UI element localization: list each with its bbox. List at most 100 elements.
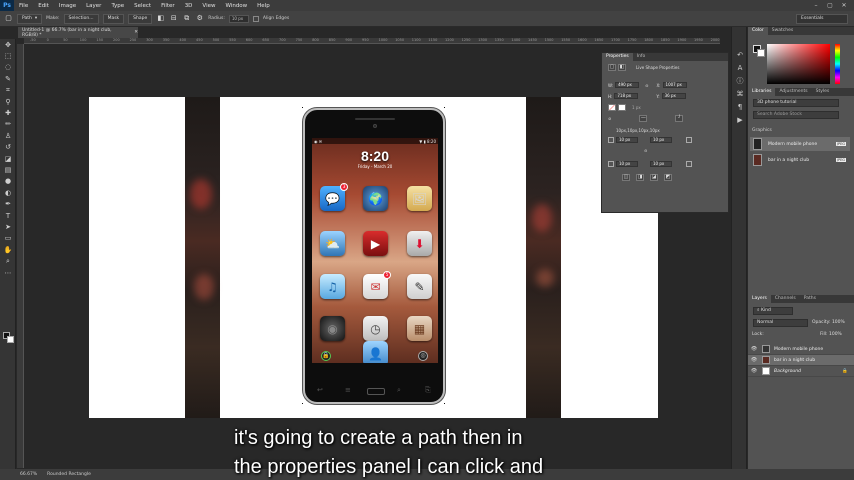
mobile-phone-layer[interactable]: ◉ ✉ ▼ ▮ 8:20 8:20 Friday - March 20 💬 3 🌍… (303, 108, 445, 404)
info-icon[interactable]: ⓘ (732, 75, 748, 88)
move-tool-icon[interactable]: ✥ (0, 39, 16, 50)
color-field[interactable] (767, 44, 830, 84)
dodge-tool-icon[interactable]: ◐ (0, 187, 16, 198)
close-tab-icon[interactable]: ✕ (134, 30, 138, 35)
x-input[interactable]: 1007 px (662, 82, 687, 88)
gradient-tool-icon[interactable]: ▤ (0, 164, 16, 175)
radius-input[interactable]: 10 px (228, 14, 249, 23)
menu-help[interactable]: Help (252, 3, 275, 9)
history-icon[interactable]: ↶ (732, 49, 748, 62)
menu-view[interactable]: View (197, 3, 220, 9)
link-corners-icon[interactable]: ⊝ (644, 148, 647, 153)
marquee-tool-icon[interactable]: ⬚ (0, 50, 16, 61)
blend-mode-select[interactable]: Normal (753, 319, 808, 327)
make-shape-button[interactable]: Shape (128, 13, 153, 24)
paragraph-icon[interactable]: ¶ (732, 101, 748, 114)
layer-row[interactable]: 👁 Modern mobile phone (748, 344, 854, 355)
actions-icon[interactable]: ▶ (732, 114, 748, 127)
path-anchor-point[interactable] (301, 402, 304, 405)
stroke-align-icon[interactable]: ⊘ (608, 116, 611, 121)
make-selection-button[interactable]: Selection... (63, 13, 99, 24)
path-anchor-point[interactable] (443, 402, 446, 405)
quick-selection-tool-icon[interactable]: ✎ (0, 73, 16, 84)
tab-properties[interactable]: Properties (602, 53, 633, 61)
menu-type[interactable]: Type (106, 3, 129, 9)
stroke-swatch[interactable] (618, 104, 626, 111)
crop-tool-icon[interactable]: ⌗ (0, 85, 16, 96)
pen-tool-icon[interactable]: ✒ (0, 198, 16, 209)
background-color-swatch[interactable] (7, 336, 14, 343)
maximize-icon[interactable]: ▢ (826, 2, 834, 9)
visibility-eye-icon[interactable]: 👁 (750, 357, 758, 363)
stroke-caps-icon[interactable]: — (639, 115, 648, 122)
type-tool-icon[interactable]: T (0, 210, 16, 221)
path-anchor-point[interactable] (301, 106, 304, 109)
menu-select[interactable]: Select (129, 3, 156, 9)
path-selection-tool-icon[interactable]: ➤ (0, 221, 16, 232)
menu-edit[interactable]: Edit (33, 3, 54, 9)
zoom-level[interactable]: 66.67% (20, 472, 37, 477)
menu-filter[interactable]: Filter (156, 3, 180, 9)
minimize-icon[interactable]: – (812, 2, 820, 9)
workspace-select[interactable]: Essentials (796, 14, 848, 24)
stock-search-input[interactable]: Search Adobe Stock (753, 111, 839, 119)
fill-control[interactable]: Fill: 100% (820, 332, 842, 337)
y-input[interactable]: 36 px (661, 93, 686, 99)
library-item[interactable]: bar in a night club JPEG (750, 153, 850, 167)
link-icon[interactable]: ⊝ (645, 83, 648, 88)
tool-mode-select[interactable]: Path ▾ (17, 13, 43, 24)
gear-icon[interactable]: ⚙ (195, 14, 204, 23)
width-input[interactable]: 490 px (615, 82, 640, 88)
blur-tool-icon[interactable]: ● (0, 176, 16, 187)
eraser-tool-icon[interactable]: ◪ (0, 153, 16, 164)
tab-info[interactable]: Info (633, 53, 650, 61)
healing-brush-tool-icon[interactable]: ✚ (0, 107, 16, 118)
eyedropper-tool-icon[interactable]: ⚲ (0, 96, 16, 107)
tab-color[interactable]: Color (748, 27, 768, 35)
background-color-chip[interactable] (757, 49, 765, 57)
path-alignment-icon[interactable]: ⊟ (169, 14, 178, 23)
path-combine-icon[interactable]: ◫ (622, 174, 630, 181)
lasso-tool-icon[interactable]: ◌ (0, 62, 16, 73)
tab-channels[interactable]: Channels (771, 295, 800, 303)
path-exclude-icon[interactable]: ◩ (664, 174, 672, 181)
library-select[interactable]: 3D phone tutorial (753, 99, 839, 107)
menu-3d[interactable]: 3D (180, 3, 198, 9)
tab-swatches[interactable]: Swatches (768, 27, 798, 35)
visibility-eye-icon[interactable]: 👁 (750, 368, 758, 374)
shape-tool-icon[interactable]: ▭ (0, 233, 16, 244)
hand-tool-icon[interactable]: ✋ (0, 244, 16, 255)
zoom-tool-icon[interactable]: ⌕ (0, 255, 16, 266)
stroke-corners-icon[interactable]: ┘ (675, 115, 684, 122)
document-tab[interactable]: Untitled-1 @ 66.7% (bar in a night club,… (18, 27, 138, 38)
tab-paths[interactable]: Paths (800, 295, 820, 303)
align-edges-checkbox[interactable] (252, 15, 259, 22)
more-tools-icon[interactable]: ⋯ (0, 267, 16, 278)
corner-top-left-input[interactable]: 10 px (616, 137, 638, 143)
corner-bottom-left-input[interactable]: 10 px (616, 161, 638, 167)
path-operations-icon[interactable]: ◧ (156, 14, 165, 23)
rounded-rectangle-tool-icon[interactable]: ▢ (4, 14, 13, 23)
path-anchor-point[interactable] (443, 106, 446, 109)
brush-tool-icon[interactable]: ✏ (0, 119, 16, 130)
layer-row[interactable]: 👁 bar in a night club (748, 355, 854, 366)
history-brush-tool-icon[interactable]: ↺ (0, 142, 16, 153)
tab-layers[interactable]: Layers (748, 295, 771, 303)
opacity-control[interactable]: Opacity: 100% (812, 320, 845, 325)
stroke-size[interactable]: 1 px (632, 105, 641, 110)
clone-stamp-tool-icon[interactable]: ♙ (0, 130, 16, 141)
layer-row[interactable]: 👁 Background 🔒 (748, 366, 854, 377)
height-input[interactable]: 718 px (614, 93, 639, 99)
corner-top-right-input[interactable]: 10 px (650, 137, 672, 143)
hue-slider[interactable] (835, 44, 840, 84)
menu-image[interactable]: Image (54, 3, 81, 9)
menu-window[interactable]: Window (220, 3, 252, 9)
corner-bottom-right-input[interactable]: 10 px (650, 161, 672, 167)
library-item[interactable]: Modern mobile phone JPEG (750, 137, 850, 151)
character-icon[interactable]: A (732, 62, 748, 75)
layer-filter-select[interactable]: ⌕ Kind (753, 307, 793, 315)
path-subtract-icon[interactable]: ◨ (636, 174, 644, 181)
brush-presets-icon[interactable]: ⌘ (732, 88, 748, 101)
visibility-eye-icon[interactable]: 👁 (750, 346, 758, 352)
tab-styles[interactable]: Styles (812, 88, 834, 96)
